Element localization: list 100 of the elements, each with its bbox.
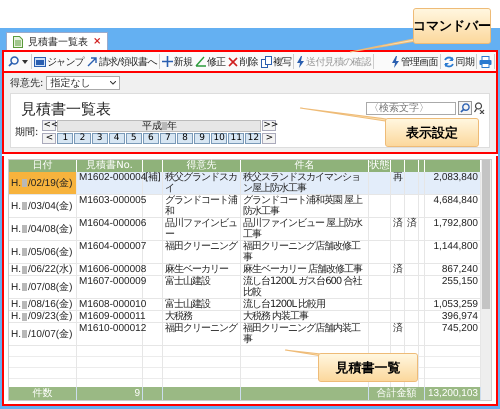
footer-label: 件数 [32,388,52,399]
table-cell: 福田クリーニング店舗改修工事 [243,241,360,263]
record-count: 9 [134,388,140,399]
table-cell: 1,053,259 [434,299,478,310]
table-cell: H. [11,224,21,234]
table-cell: 品川ファインビュー 屋上防水工事 [243,218,362,240]
table-cell: 秩父スランドスカイマンション屋上防水工事 [243,172,360,194]
table-cell: 大税務 内装工事 [243,311,308,322]
table-cell: M1604-000007 [79,241,146,252]
table-cell: M1606-000008 [79,264,146,275]
table-row[interactable]: H. /02/19(金) M1602-000004[補] 秩父グランドスカイ 秩父スランドスカイマンション屋上防水工事 再 2,083,840 [9,172,481,195]
table-cell: /02/19(金) [28,178,72,188]
table-cell: 福田クリーニング [165,323,237,334]
table-cell: 済 [393,218,402,229]
table-cell: 富士山建設 [165,299,210,310]
month-button[interactable]: 2 [74,133,91,144]
table-cell: 再 [393,172,402,183]
tab-title: 見積書一覧表 [28,36,88,48]
customer-dropdown[interactable]: 指定なし [46,76,120,90]
table-cell: H. [11,246,21,258]
toolbar-button[interactable]: 新規 [160,54,193,68]
table-cell: H. [11,328,21,340]
toolbar-button[interactable]: 請求/領収書へ [86,54,158,68]
toolbar-button[interactable]: 修正 [194,54,226,68]
month-button[interactable]: 12 [245,133,262,144]
table-row[interactable]: H. /06/22(水) M1606-000008 麻生ベーカリー 麻生ベーカリー 店舗改修工事 済 867,240 [9,264,481,276]
month-button[interactable]: 7 [160,133,176,144]
previous-button[interactable]: < [42,133,56,144]
table-cell: 麻生ベーカリー 店舗改修工事 [243,264,362,275]
table-cell: M1604-000006 [79,218,146,229]
table-cell: 麻生ベーカリー [165,264,228,275]
table-row[interactable]: H. /04/08(金) M1604-000006 品川ファインビュー 品川ファインビュー 屋上防水工事 済 済 1,792,800 [9,218,481,241]
toolbar-button[interactable]: ジャンプ [33,54,85,68]
next-year-button[interactable]: >> [262,120,276,131]
toolbar-button[interactable]: 削除 [227,54,259,68]
table-cell: 4,684,840 [434,195,478,206]
table-cell: /04/08(金) [28,224,72,234]
table-cell: /05/06(金) [28,246,72,258]
callout-label: 表示設定 [385,118,479,147]
table-cell: 1,792,800 [434,218,478,229]
month-button[interactable]: 6 [142,133,159,144]
month-button[interactable]: 1 [57,133,74,144]
table-cell: M1608-000010 [79,299,146,310]
table-row[interactable]: H. /08/16(金) M1608-000010 富士山建設 流し台1200L 比較用 1,053,259 [9,299,481,311]
year-text: 年 [166,120,177,133]
table-row[interactable]: H. /07/08(金) M1607-000009 富士山建設 流し台1200L ガス台600 合社比較 255,150 [9,276,481,299]
table-cell: 済 [393,264,402,275]
period-label: 期間: [15,126,38,139]
table-cell: M1610-000012 [79,323,146,334]
table-cell: 済 [393,323,402,334]
table-cell: 255,150 [442,276,478,287]
tab[interactable]: 見積書一覧表 × [6,32,108,50]
toolbar-button[interactable]: 同期 [442,54,475,68]
table-cell: H. [11,282,21,292]
table-cell: 福田クリーニング [165,241,237,252]
month-button[interactable]: 9 [194,133,210,144]
previous-year-button[interactable]: << [42,120,56,131]
month-button[interactable]: 10 [211,133,228,144]
month-button[interactable]: 8 [176,133,194,144]
table-cell: M1602-000004 [79,172,146,183]
table-cell: /07/08(金) [28,282,72,292]
table-cell: 流し台1200L 比較用 [243,299,326,310]
month-button[interactable]: 4 [108,133,125,144]
table-cell: H. [11,311,21,322]
table-cell: 品川ファインビュー [165,218,237,240]
table-cell: H. [11,264,21,275]
total-amount: 13,200,103 [428,388,478,399]
table-cell: 流し台1200L ガス台600 合社比較 [243,276,362,298]
callout-label: 見積書一覧 [318,353,418,382]
table-cell: 秩父グランドスカイ [165,172,237,194]
toolbar-button[interactable]: 複写 [260,54,292,68]
table-row[interactable]: H. /05/06(金) M1604-000007 福田クリーニング 福田クリーニング店舗改修工事 1,144,800 [9,241,481,264]
table-cell: 大税務 [165,311,192,322]
callout-label: コマンドバー [413,8,491,44]
table-row[interactable]: H. /09/23(金) M1609-000011 大税務 大税務 内装工事 396,974 [9,311,481,323]
table-cell: 745,200 [442,323,478,334]
month-button[interactable]: 3 [92,133,108,144]
table-cell: 済 [407,218,416,229]
table-cell: H. [11,200,21,212]
table-cell: 1,144,800 [434,241,478,252]
table-cell: /06/22(水) [28,264,72,275]
month-button[interactable]: 5 [126,133,142,144]
table-cell: M1607-000009 [79,276,146,287]
page-title: 見積書一覧表 [20,99,111,120]
table-cell: /10/07(金) [28,328,72,340]
table-cell: /09/23(金) [28,311,72,322]
table-cell: 396,974 [442,311,478,322]
table-cell: H. [11,299,21,310]
table-row[interactable]: H. /03/04(金) M1603-000005 グランドコート浦和 グランドコート浦和英園 屋上防水工事 4,684,840 [9,195,481,218]
field-label: 得意先: [10,76,44,90]
table-cell: 富士山建設 [165,276,210,287]
close-button[interactable]: × [93,36,102,47]
toolbar-button[interactable]: 管理画面 [390,54,439,68]
table-cell: /08/16(金) [28,299,72,310]
footer-label: 合計金額 [376,388,416,399]
next-button[interactable]: > [262,133,276,144]
table-cell: 2,083,840 [434,172,478,183]
table-cell: /03/04(金) [28,200,72,212]
table-cell: グランドコート浦和英園 屋上防水工事 [243,195,362,217]
month-button[interactable]: 11 [228,133,244,144]
